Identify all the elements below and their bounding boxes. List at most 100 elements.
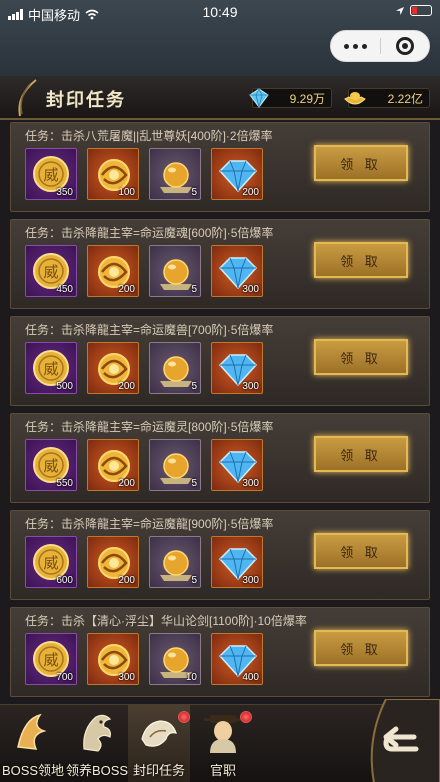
reward-count: 500: [56, 381, 73, 392]
notification-badge: [178, 711, 190, 723]
reward-count: 350: [56, 187, 73, 198]
reward-item[interactable]: 威 500: [25, 342, 77, 394]
diamond-amount: 9.29万: [289, 91, 325, 106]
reward-item[interactable]: 10: [149, 633, 201, 685]
reward-item[interactable]: 300: [211, 342, 263, 394]
task-card: 任务：击杀降龍主宰=命运魔龍[900阶]·5倍爆率 威 600 200 5 300…: [10, 510, 430, 600]
claim-button[interactable]: 领 取: [314, 630, 408, 666]
nav-label: 封印任务: [132, 763, 185, 778]
nav-tab-seal-task[interactable]: 封印任务: [128, 705, 190, 782]
task-description: 任务：击杀降龍主宰=命运魔灵[800阶]·5倍爆率: [25, 420, 274, 434]
reward-count: 450: [56, 284, 73, 295]
reward-count: 5: [191, 575, 197, 586]
task-description: 任务：击杀降龍主宰=命运魔魂[600阶]·5倍爆率: [25, 226, 274, 240]
reward-item[interactable]: 300: [211, 536, 263, 588]
reward-count: 200: [242, 187, 259, 198]
reward-item[interactable]: 5: [149, 245, 201, 297]
dragon-icon: [83, 714, 112, 752]
location-icon: [396, 6, 404, 15]
notification-badge: [240, 711, 252, 723]
claim-button[interactable]: 领 取: [314, 436, 408, 472]
task-list[interactable]: 任务：击杀八荒屠魔||乱世尊妖[400阶]·2倍爆率 威 350 100 5 20…: [0, 122, 440, 704]
nav-label: 官职: [209, 763, 236, 778]
page-title: 封印任务: [46, 90, 126, 110]
reward-item[interactable]: 威 600: [25, 536, 77, 588]
reward-count: 200: [118, 284, 135, 295]
reward-item[interactable]: 200: [211, 148, 263, 200]
task-card: 任务：击杀降龍主宰=命运魔灵[800阶]·5倍爆率 威 550 200 5 300…: [10, 413, 430, 503]
more-menu-button[interactable]: [331, 31, 380, 61]
seal-icon: [141, 720, 177, 747]
reward-count: 300: [242, 478, 259, 489]
claim-button[interactable]: 领 取: [314, 242, 408, 278]
task-description: 任务：击杀八荒屠魔||乱世尊妖[400阶]·2倍爆率: [25, 129, 273, 143]
reward-count: 5: [191, 187, 197, 198]
task-card: 任务：击杀降龍主宰=命运魔魂[600阶]·5倍爆率 威 450 200 5 300…: [10, 219, 430, 309]
reward-item[interactable]: 200: [87, 245, 139, 297]
reward-item[interactable]: 威 700: [25, 633, 77, 685]
reward-item[interactable]: 300: [87, 633, 139, 685]
reward-item[interactable]: 300: [211, 439, 263, 491]
claim-button[interactable]: 领 取: [314, 339, 408, 375]
task-card: 任务：击杀降龍主宰=命运魔兽[700阶]·5倍爆率 威 500 200 5 300…: [10, 316, 430, 406]
reward-count: 200: [118, 478, 135, 489]
claim-button[interactable]: 领 取: [314, 145, 408, 181]
reward-item[interactable]: 300: [211, 245, 263, 297]
reward-item[interactable]: 5: [149, 148, 201, 200]
title-ornament-icon: [18, 79, 37, 117]
reward-count: 300: [242, 284, 259, 295]
gold-ingot-icon: [344, 92, 366, 105]
reward-count: 200: [118, 381, 135, 392]
reward-count: 300: [242, 575, 259, 586]
reward-item[interactable]: 200: [87, 342, 139, 394]
reward-item[interactable]: 威 550: [25, 439, 77, 491]
close-program-button[interactable]: [381, 31, 429, 61]
reward-item[interactable]: 200: [87, 439, 139, 491]
page-header: 封印任务 9.29万 2.22亿: [0, 76, 440, 120]
reward-count: 300: [242, 381, 259, 392]
reward-item[interactable]: 200: [87, 536, 139, 588]
reward-count: 550: [56, 478, 73, 489]
reward-item[interactable]: 5: [149, 439, 201, 491]
reward-count: 300: [118, 672, 135, 683]
reward-count: 5: [191, 478, 197, 489]
reward-count: 200: [118, 575, 135, 586]
nav-tab-boss-land[interactable]: BOSS领地: [2, 705, 64, 782]
bottom-nav: BOSS领地 领养BOSS 封印任务 官职: [0, 699, 440, 782]
reward-count: 400: [242, 672, 259, 683]
diamond-balance: 9.29万: [249, 88, 332, 108]
miniprogram-capsule: [330, 30, 430, 62]
svg-text:威: 威: [43, 651, 58, 669]
boss-land-icon: [17, 713, 47, 750]
task-description: 任务：击杀降龍主宰=命运魔龍[900阶]·5倍爆率: [25, 517, 274, 531]
reward-item[interactable]: 威 350: [25, 148, 77, 200]
reward-item[interactable]: 5: [149, 536, 201, 588]
reward-count: 700: [56, 672, 73, 683]
diamond-currency-icon: [249, 88, 269, 108]
reward-item[interactable]: 100: [87, 148, 139, 200]
svg-text:威: 威: [43, 166, 58, 184]
reward-count: 600: [56, 575, 73, 586]
reward-count: 5: [191, 284, 197, 295]
reward-item[interactable]: 400: [211, 633, 263, 685]
gold-amount: 2.22亿: [387, 91, 423, 106]
svg-text:威: 威: [43, 360, 58, 378]
claim-button[interactable]: 领 取: [314, 533, 408, 569]
reward-item[interactable]: 5: [149, 342, 201, 394]
gold-balance: 2.22亿: [344, 88, 430, 108]
back-return-icon[interactable]: [356, 699, 440, 782]
nav-tab-official[interactable]: 官职: [192, 705, 254, 782]
reward-count: 5: [191, 381, 197, 392]
task-description: 任务：击杀【清心·浮尘】华山论剑[1100阶]·10倍爆率: [25, 614, 307, 628]
battery-icon: [410, 5, 432, 16]
task-card: 任务：击杀八荒屠魔||乱世尊妖[400阶]·2倍爆率 威 350 100 5 20…: [10, 122, 430, 212]
task-card: 任务：击杀【清心·浮尘】华山论剑[1100阶]·10倍爆率 威 700 300 1…: [10, 607, 430, 697]
reward-item[interactable]: 威 450: [25, 245, 77, 297]
svg-text:威: 威: [43, 554, 58, 572]
svg-text:威: 威: [43, 457, 58, 475]
nav-tab-adopt-boss[interactable]: 领养BOSS: [66, 705, 128, 782]
reward-count: 100: [118, 187, 135, 198]
clock: 10:49: [202, 4, 238, 20]
reward-count: 10: [185, 672, 197, 683]
svg-text:威: 威: [43, 263, 58, 281]
